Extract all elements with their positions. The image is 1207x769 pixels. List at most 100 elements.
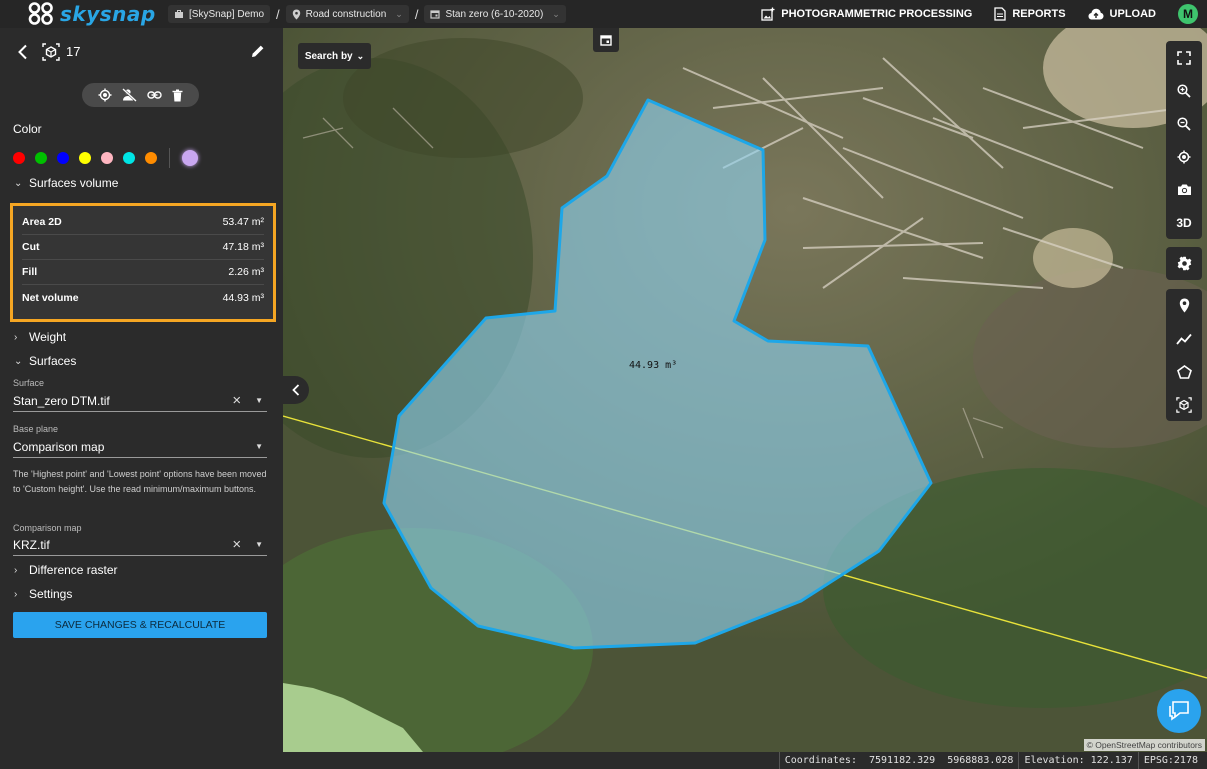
timeline-calendar-button[interactable] — [593, 28, 619, 52]
image-plus-icon — [761, 7, 775, 21]
map-settings-button[interactable] — [1166, 247, 1202, 280]
my-location-button[interactable] — [1166, 140, 1202, 173]
breadcrumb-project[interactable]: Road construction ⌄ — [285, 5, 409, 23]
calendar-icon — [430, 10, 441, 19]
color-swatch-orange[interactable] — [145, 152, 157, 164]
metric-value: 47.18 m³ — [222, 241, 264, 253]
color-swatch-selected-lavender[interactable] — [182, 150, 198, 166]
object-tools — [82, 83, 199, 107]
top-bar: skysnap [SkySnap] Demo / Road constructi… — [0, 0, 1207, 28]
metric-row-net-volume: Net volume 44.93 m³ — [22, 285, 264, 310]
metric-value: 53.47 m² — [222, 216, 264, 228]
map-viewport[interactable]: 44.93 m³ Search by ⌄ 3D © OpenStreetMap … — [283, 28, 1207, 752]
color-swatch-green[interactable] — [35, 152, 47, 164]
logo[interactable]: skysnap — [28, 2, 168, 26]
map-attribution[interactable]: © OpenStreetMap contributors — [1083, 739, 1205, 751]
surface-select[interactable]: Stan_zero DTM.tif × ▼ — [13, 390, 267, 412]
point-tool-button[interactable] — [1166, 289, 1202, 322]
metric-row-fill: Fill 2.26 m³ — [22, 260, 264, 285]
chevron-down-icon: ⌄ — [395, 8, 403, 19]
weight-label: Weight — [29, 330, 67, 344]
metric-label: Area 2D — [22, 216, 62, 228]
upload-button[interactable]: UPLOAD — [1088, 8, 1156, 20]
panel-header: 17 — [0, 28, 283, 76]
screenshot-button[interactable] — [1166, 173, 1202, 206]
clear-icon[interactable]: × — [232, 392, 241, 409]
save-recalculate-button[interactable]: SAVE CHANGES & RECALCULATE — [13, 612, 267, 638]
photogrammetric-processing-label: PHOTOGRAMMETRIC PROCESSING — [781, 8, 973, 20]
epsg-readout: EPSG:2178 — [1137, 752, 1203, 769]
coordinate-y: 5968883.028 — [947, 755, 1014, 766]
aerial-imagery — [283, 28, 1207, 752]
locate-target-icon[interactable] — [98, 88, 112, 102]
dropdown-arrow-icon[interactable]: ▼ — [255, 540, 263, 549]
polygon-tool-button[interactable] — [1166, 355, 1202, 388]
zoom-out-button[interactable] — [1166, 107, 1202, 140]
color-swatch-blue[interactable] — [57, 152, 69, 164]
clear-icon[interactable]: × — [232, 536, 241, 553]
trash-icon[interactable] — [172, 89, 183, 102]
breadcrumb-mission[interactable]: Stan zero (6-10-2020) ⌄ — [424, 5, 566, 23]
volume-cube-icon — [1176, 396, 1192, 413]
breadcrumb-organization[interactable]: [SkySnap] Demo — [168, 5, 271, 23]
logo-text: skysnap — [60, 2, 156, 26]
measurement-panel: 17 Color ⌄ Surfaces volume Area 2D 53.47… — [0, 28, 283, 752]
settings-toggle[interactable]: › Settings — [14, 587, 72, 601]
surfaces-label: Surfaces — [29, 354, 77, 368]
crosshair-icon — [1177, 150, 1191, 163]
surfaces-toggle[interactable]: ⌄ Surfaces — [14, 354, 76, 368]
hide-user-icon[interactable] — [122, 88, 137, 102]
coordinates-readout: Coordinates: 7591182.329 5968883.028 — [778, 752, 1019, 769]
photogrammetric-processing-button[interactable]: PHOTOGRAMMETRIC PROCESSING — [761, 7, 972, 21]
back-arrow-icon[interactable] — [17, 44, 29, 60]
base-plane-field-label: Base plane — [13, 424, 59, 434]
metric-label: Cut — [22, 241, 40, 253]
chat-support-button[interactable] — [1157, 689, 1201, 733]
skysnap-logo-icon — [28, 2, 53, 25]
difference-raster-label: Difference raster — [29, 563, 118, 577]
weight-toggle[interactable]: › Weight — [14, 330, 66, 344]
color-swatch-red[interactable] — [13, 152, 25, 164]
elevation-value: 122.137 — [1090, 755, 1133, 766]
color-swatch-cyan[interactable] — [123, 152, 135, 164]
status-bar: Coordinates: 7591182.329 5968883.028 Ele… — [0, 752, 1207, 769]
chevron-down-icon: ⌄ — [14, 355, 23, 367]
avatar[interactable]: M — [1178, 4, 1198, 24]
surfaces-volume-toggle[interactable]: ⌄ Surfaces volume — [14, 176, 118, 190]
volume-map-label: 44.93 m³ — [629, 360, 678, 371]
color-swatch-yellow[interactable] — [79, 152, 91, 164]
info-note: The 'Highest point' and 'Lowest point' o… — [13, 469, 267, 494]
volume-tool-button[interactable] — [1166, 388, 1202, 421]
search-by-label: Search by — [304, 50, 353, 62]
upload-label: UPLOAD — [1109, 8, 1156, 20]
edit-pencil-icon[interactable] — [251, 44, 265, 58]
chevron-right-icon: › — [14, 564, 18, 576]
color-picker — [13, 148, 198, 168]
calendar-icon — [600, 35, 612, 46]
dropdown-arrow-icon[interactable]: ▼ — [255, 396, 263, 405]
chevron-left-icon — [292, 384, 300, 396]
breadcrumb-separator: / — [276, 6, 280, 22]
volume-metrics-table: Area 2D 53.47 m² Cut 47.18 m³ Fill 2.26 … — [10, 203, 276, 322]
surface-field-label: Surface — [13, 378, 45, 388]
coordinate-x: 7591182.329 — [868, 755, 936, 766]
reports-button[interactable]: REPORTS — [994, 7, 1066, 21]
camera-icon — [1177, 184, 1191, 195]
polyline-tool-button[interactable] — [1166, 322, 1202, 355]
difference-raster-toggle[interactable]: › Difference raster — [14, 563, 117, 577]
zoom-in-button[interactable] — [1166, 74, 1202, 107]
search-by-dropdown[interactable]: Search by ⌄ — [298, 43, 371, 69]
link-icon[interactable] — [147, 90, 162, 100]
fullscreen-button[interactable] — [1166, 41, 1202, 74]
chevron-down-icon: ⌄ — [14, 177, 23, 189]
3d-view-button[interactable]: 3D — [1166, 206, 1202, 239]
location-pin-icon — [292, 9, 300, 19]
chevron-right-icon: › — [14, 331, 18, 343]
comparison-map-select[interactable]: KRZ.tif × ▼ — [13, 534, 267, 556]
base-plane-select[interactable]: Comparison map ▼ — [13, 436, 267, 458]
surfaces-volume-label: Surfaces volume — [29, 176, 119, 190]
breadcrumb-mission-label: Stan zero (6-10-2020) — [445, 8, 544, 20]
dropdown-arrow-icon[interactable]: ▼ — [255, 442, 263, 451]
briefcase-icon — [175, 10, 183, 18]
color-swatch-pink[interactable] — [101, 152, 113, 164]
